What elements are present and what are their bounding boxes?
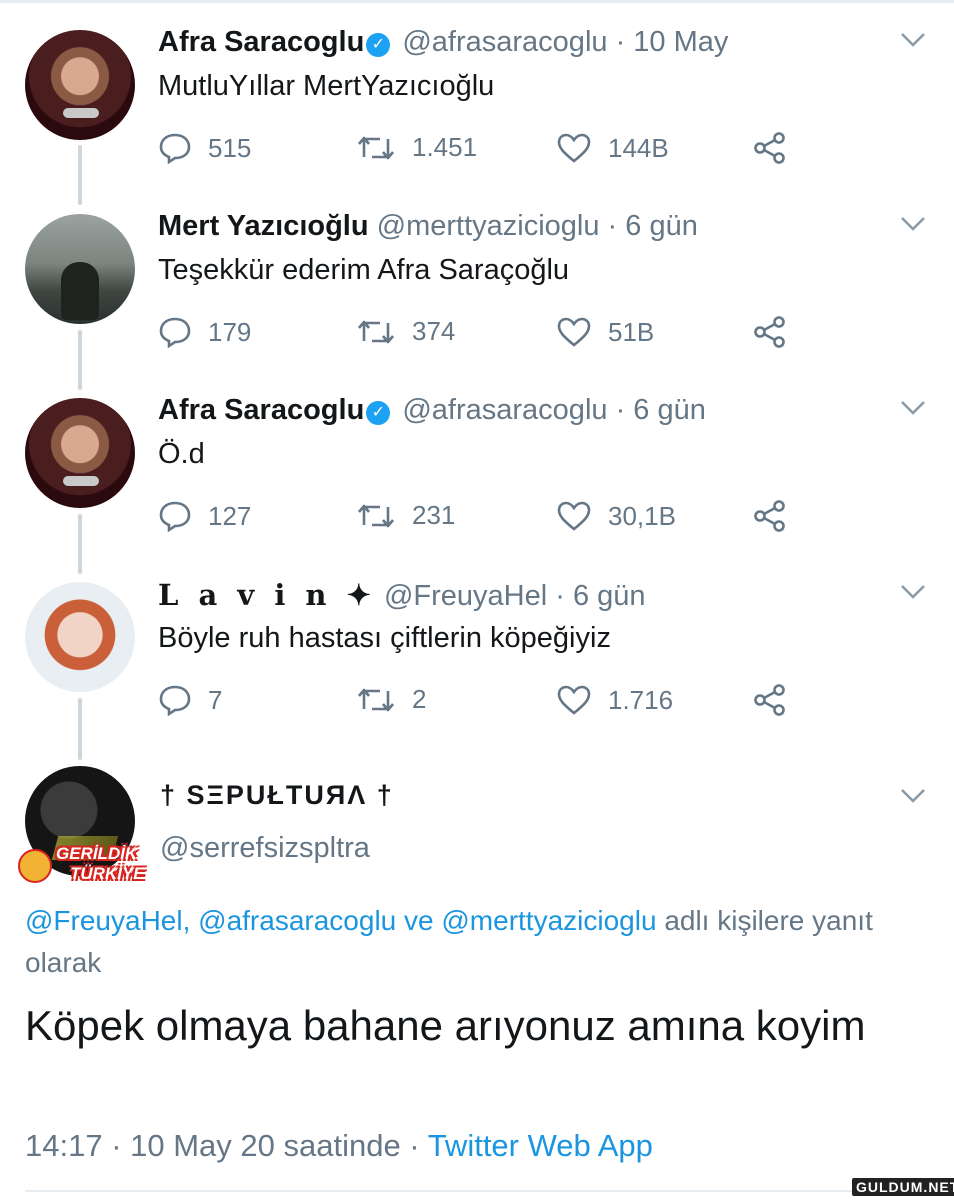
retweet-button[interactable]: 231 xyxy=(356,500,455,531)
author-name[interactable]: Afra Saracoglu xyxy=(158,26,364,58)
tweet-meta: 14:17 · 10 May 20 saatinde · Twitter Web… xyxy=(25,1128,653,1164)
share-icon xyxy=(754,132,785,164)
reply-button[interactable]: 7 xyxy=(158,684,222,716)
like-count: 51B xyxy=(608,316,655,347)
verified-badge-icon: ✓ xyxy=(366,33,391,57)
chevron-down-icon[interactable] xyxy=(900,216,926,232)
sticker-line1: GERİLDİK xyxy=(56,844,138,863)
tweet-text: Teşekkür ederim Afra Saraçoğlu xyxy=(158,254,570,286)
author-handle[interactable]: @serrefsizspltra xyxy=(160,832,370,865)
mention-link[interactable]: @afrasaracoglu xyxy=(198,905,396,936)
retweet-button[interactable]: 2 xyxy=(356,684,426,715)
avatar-sticker: GERİLDİK TÜRKİYE xyxy=(18,844,145,887)
reply-button[interactable]: 515 xyxy=(158,132,251,164)
reply-context: @FreuyaHel, @afrasaracoglu ve @merttyazi… xyxy=(25,900,935,984)
chevron-down-icon[interactable] xyxy=(900,788,926,804)
like-button[interactable]: 144B xyxy=(556,132,669,164)
retweet-button[interactable]: 374 xyxy=(356,316,455,347)
author-handle[interactable]: @afrasaracoglu xyxy=(402,26,607,58)
author-name[interactable]: Afra Saracoglu xyxy=(158,394,364,426)
like-icon xyxy=(557,685,591,715)
reply-count: 127 xyxy=(208,500,252,531)
retweet-count: 2 xyxy=(412,684,427,714)
retweet-icon xyxy=(358,136,394,159)
avatar[interactable] xyxy=(25,30,135,140)
author-name[interactable]: Mert Yazıcıoğlu xyxy=(158,210,369,242)
author-handle[interactable]: @merttyazicioglu xyxy=(377,210,600,242)
chevron-down-icon[interactable] xyxy=(900,584,926,600)
reply-button[interactable]: 127 xyxy=(158,500,251,532)
retweet-count: 1.451 xyxy=(412,132,478,162)
share-button[interactable] xyxy=(752,132,804,164)
tweet-text: Ö.d xyxy=(158,438,205,470)
tweet-timestamp[interactable]: 14:17 · 10 May 20 saatinde · xyxy=(25,1128,420,1163)
share-button[interactable] xyxy=(752,500,804,532)
like-count: 1.716 xyxy=(608,684,674,715)
bottom-divider xyxy=(25,1190,954,1192)
retweet-icon xyxy=(358,688,394,711)
tweet-text: MutluYıllar MertYazıcıoğlu xyxy=(158,70,495,102)
author-name[interactable]: L a v i n ✦ xyxy=(158,578,376,612)
top-divider xyxy=(0,0,954,3)
tweet-text: Köpek olmaya bahane arıyonuz amına koyim xyxy=(25,1002,866,1049)
tweet-header: Mert Yazıcıoğlu @merttyazicioglu · 6 gün xyxy=(158,210,698,243)
like-button[interactable]: 51B xyxy=(556,316,654,348)
author-name[interactable]: † SΞPUŁTUЯΛ † xyxy=(160,780,394,811)
thread-connector xyxy=(78,145,82,205)
share-button[interactable] xyxy=(752,684,804,716)
thread-connector xyxy=(78,698,82,760)
tweet-header: Afra Saracoglu ✓ @afrasaracoglu · 6 gün xyxy=(158,394,706,427)
reply-icon xyxy=(159,501,191,532)
mention-link[interactable]: @merttyazicioglu xyxy=(441,905,656,936)
avatar[interactable] xyxy=(25,214,135,324)
avatar[interactable] xyxy=(25,398,135,508)
tweet-header: L a v i n ✦ @FreuyaHel · 6 gün xyxy=(158,578,646,613)
tweet-time[interactable]: · 6 gün xyxy=(616,394,706,426)
reply-icon xyxy=(159,685,191,716)
avatar[interactable] xyxy=(25,582,135,692)
thread-connector xyxy=(78,330,82,390)
share-icon xyxy=(754,684,785,716)
share-icon xyxy=(754,500,785,532)
like-icon xyxy=(557,501,591,531)
tweet-header: Afra Saracoglu ✓ @afrasaracoglu · 10 May xyxy=(158,26,728,59)
reply-count: 179 xyxy=(208,316,252,347)
like-button[interactable]: 1.716 xyxy=(556,684,673,716)
tweet-text: Böyle ruh hastası çiftlerin köpeğiyiz xyxy=(158,622,611,654)
retweet-icon xyxy=(358,504,394,527)
reply-count: 7 xyxy=(208,684,223,715)
tweet-time[interactable]: · 6 gün xyxy=(555,580,645,612)
retweet-count: 374 xyxy=(412,316,456,346)
mention-link[interactable]: @FreuyaHel, xyxy=(25,905,190,936)
author-handle[interactable]: @FreuyaHel xyxy=(384,580,547,612)
tweet-source-link[interactable]: Twitter Web App xyxy=(428,1128,653,1163)
chevron-down-icon[interactable] xyxy=(900,400,926,416)
retweet-icon xyxy=(358,320,394,343)
reply-count: 515 xyxy=(208,132,252,163)
thread-connector xyxy=(78,514,82,574)
reply-icon xyxy=(159,133,191,164)
reply-icon xyxy=(159,317,191,348)
like-count: 30,1B xyxy=(608,500,676,531)
like-count: 144B xyxy=(608,132,669,163)
chevron-down-icon[interactable] xyxy=(900,32,926,48)
retweet-count: 231 xyxy=(412,500,456,530)
reply-conjunction: ve xyxy=(404,905,434,936)
retweet-button[interactable]: 1.451 xyxy=(356,132,477,163)
tweet-time[interactable]: · 6 gün xyxy=(608,210,698,242)
like-icon xyxy=(557,317,591,347)
like-button[interactable]: 30,1B xyxy=(556,500,676,532)
verified-badge-icon: ✓ xyxy=(366,401,391,425)
tweet-time[interactable]: · 10 May xyxy=(616,26,729,58)
watermark: GULDUM.NET xyxy=(852,1178,954,1196)
reply-button[interactable]: 179 xyxy=(158,316,251,348)
author-handle[interactable]: @afrasaracoglu xyxy=(402,394,607,426)
share-icon xyxy=(754,316,785,348)
angry-face-icon xyxy=(18,849,52,883)
sticker-line2: TÜRKİYE xyxy=(70,864,145,883)
like-icon xyxy=(557,133,591,163)
share-button[interactable] xyxy=(752,316,804,348)
